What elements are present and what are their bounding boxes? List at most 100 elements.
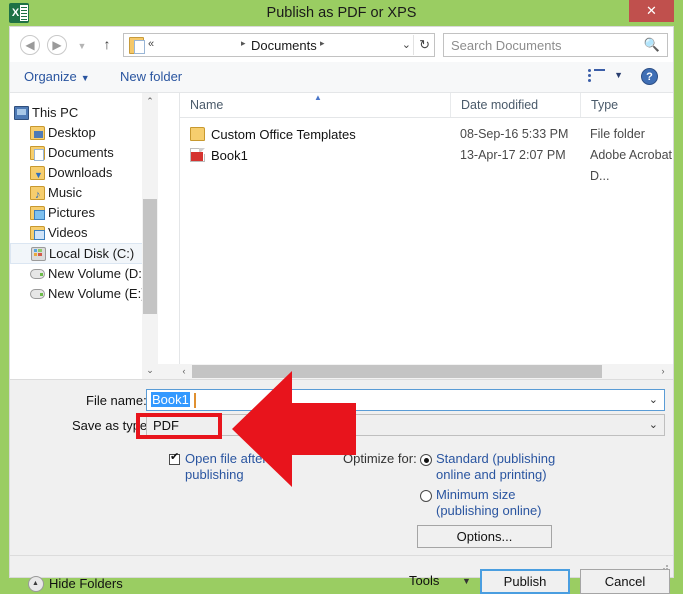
address-bar[interactable]: « ▸ Documents ▸ ⌄ ↻ [123,33,435,57]
table-row[interactable]: Book1 13-Apr-17 2:07 PM Adobe Acrobat D.… [180,145,673,183]
breadcrumb-separator-icon[interactable]: ▸ [320,38,325,49]
sidebar-item-label: Documents [48,145,114,160]
optimize-for-label: Optimize for: [343,451,417,466]
publish-as-pdf-dialog-window: X Publish as PDF or XPS ✕ ◀ ▶ ▼ ↑ « ▸ Do… [0,0,683,594]
sidebar-item-videos[interactable]: Videos [10,223,158,243]
search-input[interactable]: Search Documents 🔍 [443,33,668,57]
documents-folder-icon [129,37,145,54]
sidebar-item-new-volume-d[interactable]: New Volume (D:) [10,264,158,284]
help-icon[interactable]: ? [641,68,658,85]
file-date-modified: 08-Sep-16 5:33 PM [460,127,569,141]
downloads-folder-icon [30,165,45,185]
save-as-type-label: Save as type: [72,418,151,433]
open-file-after-publishing-checkbox[interactable] [169,451,180,465]
address-divider [413,35,414,55]
sidebar-item-label: Downloads [48,165,113,180]
drive-icon [30,269,45,279]
sidebar-item-new-volume-e[interactable]: New Volume (E:) [10,284,158,304]
main-area: This PC Desktop Documents Downloads Musi… [10,93,673,379]
scroll-right-icon[interactable]: › [655,364,671,379]
close-button[interactable]: ✕ [629,0,674,22]
computer-icon [14,106,29,120]
address-chevron-down-icon[interactable]: ⌄ [402,38,411,51]
tools-button[interactable]: Tools [409,573,439,588]
file-name: Custom Office Templates [211,127,356,142]
navigation-pane: This PC Desktop Documents Downloads Musi… [10,93,158,379]
tools-chevron-down-icon[interactable]: ▼ [462,576,471,586]
column-header-date-modified[interactable]: Date modified [450,93,580,117]
scroll-up-icon[interactable]: ⌃ [142,93,158,110]
videos-folder-icon [30,226,45,240]
options-button[interactable]: Options... [417,525,552,548]
file-list: Name ▲ Date modified Type Custom Office … [180,93,673,379]
open-file-after-publishing-label[interactable]: Open file after publishing [185,451,291,483]
text-caret [194,393,196,408]
sidebar-item-desktop[interactable]: Desktop [10,123,158,143]
radio-optimize-standard-label[interactable]: Standard (publishing online and printing… [436,451,566,483]
search-icon: 🔍 [643,37,660,52]
up-button[interactable]: ↑ [98,35,116,55]
title-bar: X Publish as PDF or XPS ✕ [0,0,683,26]
scrollbar-thumb[interactable] [192,365,602,378]
sidebar-item-local-disk-c[interactable]: Local Disk (C:) [10,243,158,264]
radio-optimize-minimum-size-label[interactable]: Minimum size (publishing online) [436,487,566,519]
file-type: Adobe Acrobat D... [590,148,673,183]
radio-optimize-minimum-size[interactable] [420,490,432,502]
cancel-button[interactable]: Cancel [580,569,670,594]
navigation-pane-scrollbar[interactable]: ⌃ ⌄ [142,93,158,379]
file-list-horizontal-scrollbar[interactable]: ‹ › [158,364,673,379]
sidebar-item-label: Desktop [48,125,96,140]
back-button[interactable]: ◀ [20,35,40,55]
sidebar-item-label: This PC [32,105,79,120]
publish-button[interactable]: Publish [480,569,570,594]
sidebar-item-label: Music [48,185,82,200]
organize-button[interactable]: Organize ▼ [24,69,90,84]
file-name: Book1 [211,148,248,163]
sidebar-item-label: Videos [48,225,88,240]
collapse-icon[interactable] [28,576,44,592]
new-folder-button[interactable]: New folder [120,69,182,84]
sidebar-item-label: New Volume (E:) [48,286,146,301]
breadcrumb-separator-icon: ▸ [241,38,246,48]
hide-folders-button[interactable]: Hide Folders [49,576,123,591]
column-header-row: Name ▲ Date modified Type [180,93,673,118]
breadcrumb-documents[interactable]: Documents [251,38,317,53]
footer-divider [10,555,673,556]
sidebar-item-documents[interactable]: Documents [10,143,158,163]
file-name-input[interactable]: Book1 ⌄ [146,389,665,411]
scroll-left-icon[interactable]: ‹ [176,364,192,379]
pictures-folder-icon [30,206,45,220]
column-header-type[interactable]: Type [580,93,673,117]
chevron-down-icon: ▼ [80,73,90,83]
documents-folder-icon [30,146,45,161]
breadcrumb-overflow[interactable]: « [148,38,154,50]
sidebar-item-pictures[interactable]: Pictures [10,203,158,223]
system-disk-icon [31,247,46,261]
view-chevron-down-icon[interactable]: ▼ [614,70,623,80]
desktop-folder-icon [30,126,45,140]
recent-locations-chevron-down-icon[interactable]: ▼ [74,38,90,54]
file-name-value: Book1 [151,392,190,407]
sidebar-item-this-pc[interactable]: This PC [10,103,158,123]
save-as-type-value: PDF [153,418,179,433]
refresh-icon[interactable]: ↻ [419,37,430,53]
sidebar-item-downloads[interactable]: Downloads [10,163,158,185]
sidebar-item-label: Local Disk (C:) [49,246,135,261]
forward-button[interactable]: ▶ [47,35,67,55]
save-as-type-select[interactable]: PDF ⌄ [146,414,665,436]
file-name-chevron-down-icon[interactable]: ⌄ [649,393,658,406]
list-view-icon[interactable] [588,69,605,85]
scroll-down-icon[interactable]: ⌄ [142,362,158,379]
pane-splitter[interactable] [158,93,180,379]
drive-icon [30,289,45,299]
sidebar-item-music[interactable]: Music [10,183,158,205]
dialog-body: ◀ ▶ ▼ ↑ « ▸ Documents ▸ ⌄ ↻ Search Docum… [9,26,674,594]
scrollbar-thumb[interactable] [143,199,157,314]
music-folder-icon [30,185,45,205]
organize-label: Organize [24,69,77,84]
sidebar-item-label: Pictures [48,205,95,220]
radio-optimize-standard[interactable] [420,454,432,466]
table-row[interactable]: Custom Office Templates 08-Sep-16 5:33 P… [180,124,673,145]
save-as-type-chevron-down-icon[interactable]: ⌄ [649,418,658,431]
sidebar-item-label: New Volume (D:) [48,266,147,281]
